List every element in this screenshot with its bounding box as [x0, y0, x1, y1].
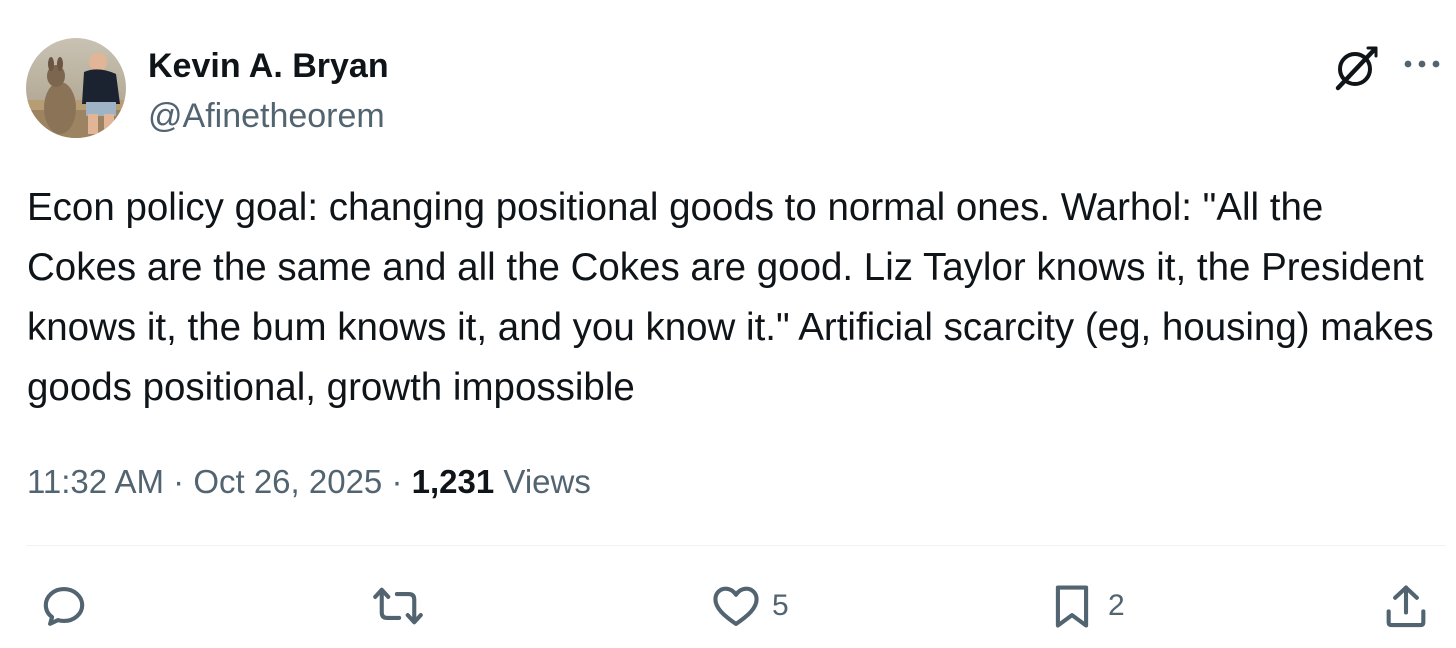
bookmark-button[interactable]: 2	[1046, 578, 1125, 634]
tweet-date[interactable]: Oct 26, 2025	[193, 463, 382, 500]
author-handle[interactable]: @Afinetheorem	[148, 96, 385, 136]
tweet-text: Econ policy goal: changing positional go…	[27, 186, 1434, 409]
like-count: 5	[772, 589, 789, 622]
avatar[interactable]	[26, 38, 126, 138]
divider	[26, 545, 1446, 546]
author-name[interactable]: Kevin A. Bryan	[148, 46, 389, 86]
meta-separator: ·	[173, 463, 185, 500]
like-button[interactable]: 5	[710, 578, 789, 634]
bookmark-count: 2	[1108, 589, 1125, 622]
views-label: Views	[503, 463, 591, 500]
tweet-meta: 11:32 AM · Oct 26, 2025 · 1,231 Views	[27, 458, 591, 506]
retweet-button[interactable]	[372, 578, 424, 634]
more-icon[interactable]	[1400, 50, 1444, 78]
views-count: 1,231	[411, 463, 495, 500]
bookmark-icon	[1055, 585, 1089, 628]
reply-icon	[43, 587, 85, 626]
heart-icon	[713, 586, 759, 627]
tweet-time[interactable]: 11:32 AM	[27, 463, 164, 500]
tweet-card: Kevin A. Bryan @Afinetheorem Econ policy…	[0, 0, 1456, 648]
grok-icon[interactable]	[1330, 42, 1382, 94]
reply-button[interactable]	[38, 578, 90, 634]
meta-separator: ·	[391, 463, 403, 500]
share-button[interactable]	[1380, 578, 1432, 634]
retweet-icon	[373, 587, 423, 625]
share-icon	[1386, 585, 1426, 628]
avatar-photo	[26, 38, 126, 138]
